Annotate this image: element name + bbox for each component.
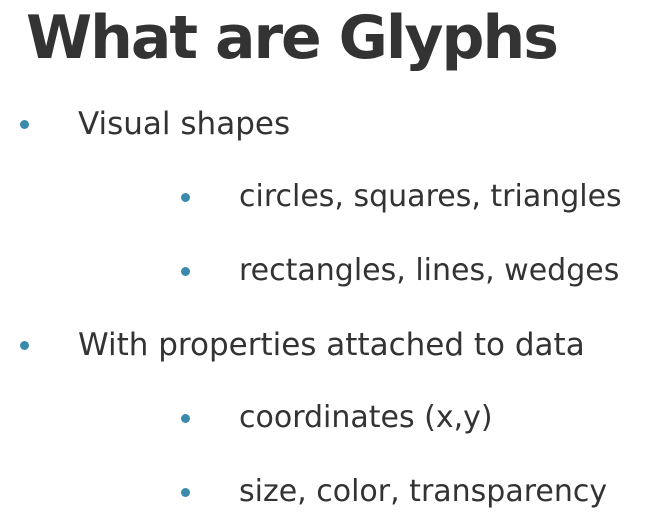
bullet-text: circles, squares, triangles (239, 179, 622, 214)
bullet-dot-icon (181, 193, 190, 202)
bullet-text: coordinates (x,y) (239, 400, 493, 435)
bullet-item-visual-shapes: Visual shapes (0, 104, 649, 144)
bullet-text: size, color, transparency (239, 474, 608, 509)
bullet-text: rectangles, lines, wedges (239, 253, 620, 288)
bullet-item-size-color: size, color, transparency (0, 472, 649, 512)
bullet-text: With properties attached to data (78, 327, 585, 363)
bullet-dot-icon (181, 488, 190, 497)
bullet-item-coordinates: coordinates (x,y) (0, 398, 649, 438)
bullet-item-circles: circles, squares, triangles (0, 177, 649, 217)
bullet-dot-icon (181, 267, 190, 276)
bullet-dot-icon (181, 414, 190, 423)
bullet-dot-icon (20, 341, 29, 350)
bullet-item-rectangles: rectangles, lines, wedges (0, 251, 649, 291)
bullet-item-properties: With properties attached to data (0, 325, 649, 365)
slide-title: What are Glyphs (26, 3, 559, 73)
slide: What are Glyphs Visual shapes circles, s… (0, 0, 649, 529)
bullet-dot-icon (20, 120, 29, 129)
bullet-text: Visual shapes (78, 106, 291, 142)
